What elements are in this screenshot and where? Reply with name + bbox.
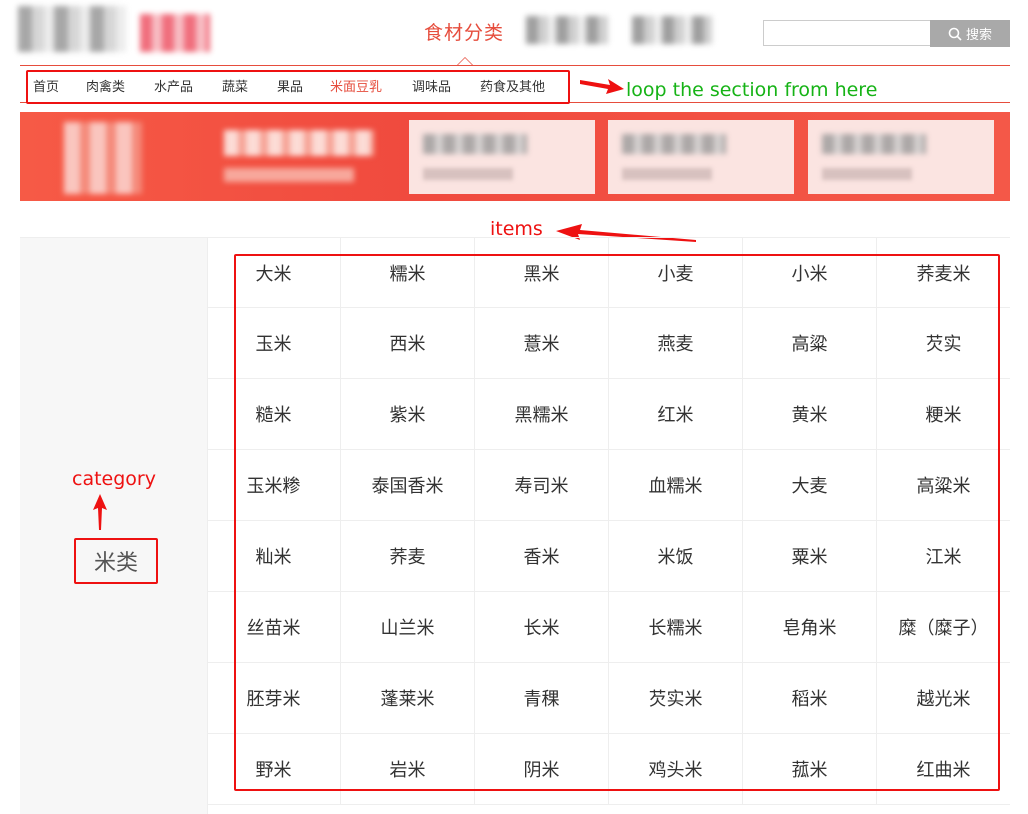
search-button-label: 搜索 xyxy=(965,28,992,43)
grid-item[interactable]: 紫米 xyxy=(341,379,475,449)
grid-item[interactable]: 糜（糜子） xyxy=(877,592,1010,662)
category-panel xyxy=(20,238,208,814)
grid-item[interactable]: 皂角米 xyxy=(743,592,877,662)
banner-redacted-logo xyxy=(64,122,142,194)
grid-item[interactable]: 蓬莱米 xyxy=(341,663,475,733)
grid-item[interactable]: 香米 xyxy=(475,521,609,591)
banner-card-redacted-subtitle xyxy=(622,168,712,180)
grid-item[interactable]: 薏米 xyxy=(475,308,609,378)
grid-item[interactable]: 玉米 xyxy=(207,308,341,378)
grid-item[interactable]: 燕麦 xyxy=(609,308,743,378)
grid-row: 丝苗米 山兰米 长米 长糯米 皂角米 糜（糜子） xyxy=(207,592,1010,663)
grid-row: 玉米糁 泰国香米 寿司米 血糯米 大麦 高粱米 xyxy=(207,450,1010,521)
subnav-item-rice-flour-bean-milk[interactable]: 米面豆乳 xyxy=(330,76,382,95)
subnav-item-fruits[interactable]: 果品 xyxy=(277,76,303,95)
category-label-box: 米类 xyxy=(74,538,158,584)
grid-item[interactable]: 黄米 xyxy=(743,379,877,449)
grid-item[interactable]: 长糯米 xyxy=(609,592,743,662)
active-tab-caret-icon xyxy=(457,57,473,65)
grid-item[interactable]: 糙米 xyxy=(207,379,341,449)
grid-item[interactable]: 越光米 xyxy=(877,663,1010,733)
grid-item[interactable]: 岩米 xyxy=(341,734,475,804)
banner-card-redacted-title xyxy=(622,134,726,154)
banner-card-redacted-subtitle xyxy=(822,168,912,180)
grid-item[interactable]: 稻米 xyxy=(743,663,877,733)
banner-card-redacted-subtitle xyxy=(423,168,513,180)
annotation-category-text: category xyxy=(72,468,156,490)
banner-redacted-title xyxy=(224,130,374,156)
category-label[interactable]: 米类 xyxy=(94,545,138,577)
logo-secondary xyxy=(140,14,210,52)
grid-item[interactable]: 荞麦 xyxy=(341,521,475,591)
top-tab-redacted-1[interactable] xyxy=(526,16,608,44)
grid-item[interactable]: 江米 xyxy=(877,521,1010,591)
search-input[interactable] xyxy=(763,20,932,46)
annotation-arrow-up-icon xyxy=(93,494,107,530)
grid-item[interactable]: 阴米 xyxy=(475,734,609,804)
annotation-arrow-right-icon xyxy=(580,79,624,94)
top-tab-ingredient-category[interactable]: 食材分类 xyxy=(424,18,504,45)
grid-row: 大米 糯米 黑米 小麦 小米 荞麦米 xyxy=(207,238,1010,308)
grid-item[interactable]: 长米 xyxy=(475,592,609,662)
banner-card-redacted-title xyxy=(822,134,926,154)
grid-item[interactable]: 粟米 xyxy=(743,521,877,591)
grid-item[interactable]: 大麦 xyxy=(743,450,877,520)
grid-row: 野米 岩米 阴米 鸡头米 菰米 红曲米 xyxy=(207,734,1010,805)
banner-card-1[interactable] xyxy=(409,120,595,194)
grid-item[interactable]: 黑糯米 xyxy=(475,379,609,449)
grid-row: 籼米 荞麦 香米 米饭 粟米 江米 xyxy=(207,521,1010,592)
banner-redacted-subtitle xyxy=(224,168,354,182)
grid-item[interactable]: 玉米糁 xyxy=(207,450,341,520)
grid-row: 玉米 西米 薏米 燕麦 高粱 芡实 xyxy=(207,308,1010,379)
banner-card-redacted-title xyxy=(423,134,527,154)
promo-banner[interactable] xyxy=(20,112,1010,201)
grid-item[interactable]: 大米 xyxy=(207,238,341,307)
grid-item[interactable]: 黑米 xyxy=(475,238,609,307)
grid-item[interactable]: 泰国香米 xyxy=(341,450,475,520)
grid-item[interactable]: 菰米 xyxy=(743,734,877,804)
subnav-item-seasonings[interactable]: 调味品 xyxy=(412,76,451,95)
top-tab-redacted-2[interactable] xyxy=(632,16,712,44)
grid-item[interactable]: 高粱 xyxy=(743,308,877,378)
page: 食材分类 搜索 首页 肉禽类 水产品 蔬菜 果品 米面豆乳 调味品 药食及其他 … xyxy=(0,0,1028,814)
grid-item[interactable]: 寿司米 xyxy=(475,450,609,520)
items-grid: 大米 糯米 黑米 小麦 小米 荞麦米 玉米 西米 薏米 燕麦 高粱 芡实 糙米 … xyxy=(207,238,1010,805)
logo[interactable] xyxy=(18,6,126,52)
subnav-item-medicinal-other[interactable]: 药食及其他 xyxy=(480,76,545,95)
grid-item[interactable]: 青稞 xyxy=(475,663,609,733)
search-icon xyxy=(948,27,962,41)
subnav-item-home[interactable]: 首页 xyxy=(33,76,59,95)
grid-item[interactable]: 荞麦米 xyxy=(877,238,1010,307)
banner-card-3[interactable] xyxy=(808,120,994,194)
banner-card-2[interactable] xyxy=(608,120,794,194)
grid-item[interactable]: 小麦 xyxy=(609,238,743,307)
subnav-item-meat-poultry[interactable]: 肉禽类 xyxy=(86,76,125,95)
search-button[interactable]: 搜索 xyxy=(930,20,1010,47)
grid-item[interactable]: 粳米 xyxy=(877,379,1010,449)
grid-item[interactable]: 血糯米 xyxy=(609,450,743,520)
grid-item[interactable]: 红曲米 xyxy=(877,734,1010,804)
grid-row: 胚芽米 蓬莱米 青稞 芡实米 稻米 越光米 xyxy=(207,663,1010,734)
grid-item[interactable]: 米饭 xyxy=(609,521,743,591)
subnav-item-vegetables[interactable]: 蔬菜 xyxy=(222,76,248,95)
annotation-loop-text: loop the section from here xyxy=(626,79,878,101)
grid-row: 糙米 紫米 黑糯米 红米 黄米 粳米 xyxy=(207,379,1010,450)
grid-item[interactable]: 高粱米 xyxy=(877,450,1010,520)
grid-item[interactable]: 籼米 xyxy=(207,521,341,591)
grid-item[interactable]: 红米 xyxy=(609,379,743,449)
grid-item[interactable]: 西米 xyxy=(341,308,475,378)
grid-item[interactable]: 糯米 xyxy=(341,238,475,307)
grid-item[interactable]: 芡实 xyxy=(877,308,1010,378)
grid-item[interactable]: 小米 xyxy=(743,238,877,307)
grid-item[interactable]: 鸡头米 xyxy=(609,734,743,804)
grid-item[interactable]: 山兰米 xyxy=(341,592,475,662)
subnav-item-aquatic[interactable]: 水产品 xyxy=(154,76,193,95)
grid-item[interactable]: 野米 xyxy=(207,734,341,804)
grid-item[interactable]: 胚芽米 xyxy=(207,663,341,733)
grid-item[interactable]: 丝苗米 xyxy=(207,592,341,662)
grid-item[interactable]: 芡实米 xyxy=(609,663,743,733)
